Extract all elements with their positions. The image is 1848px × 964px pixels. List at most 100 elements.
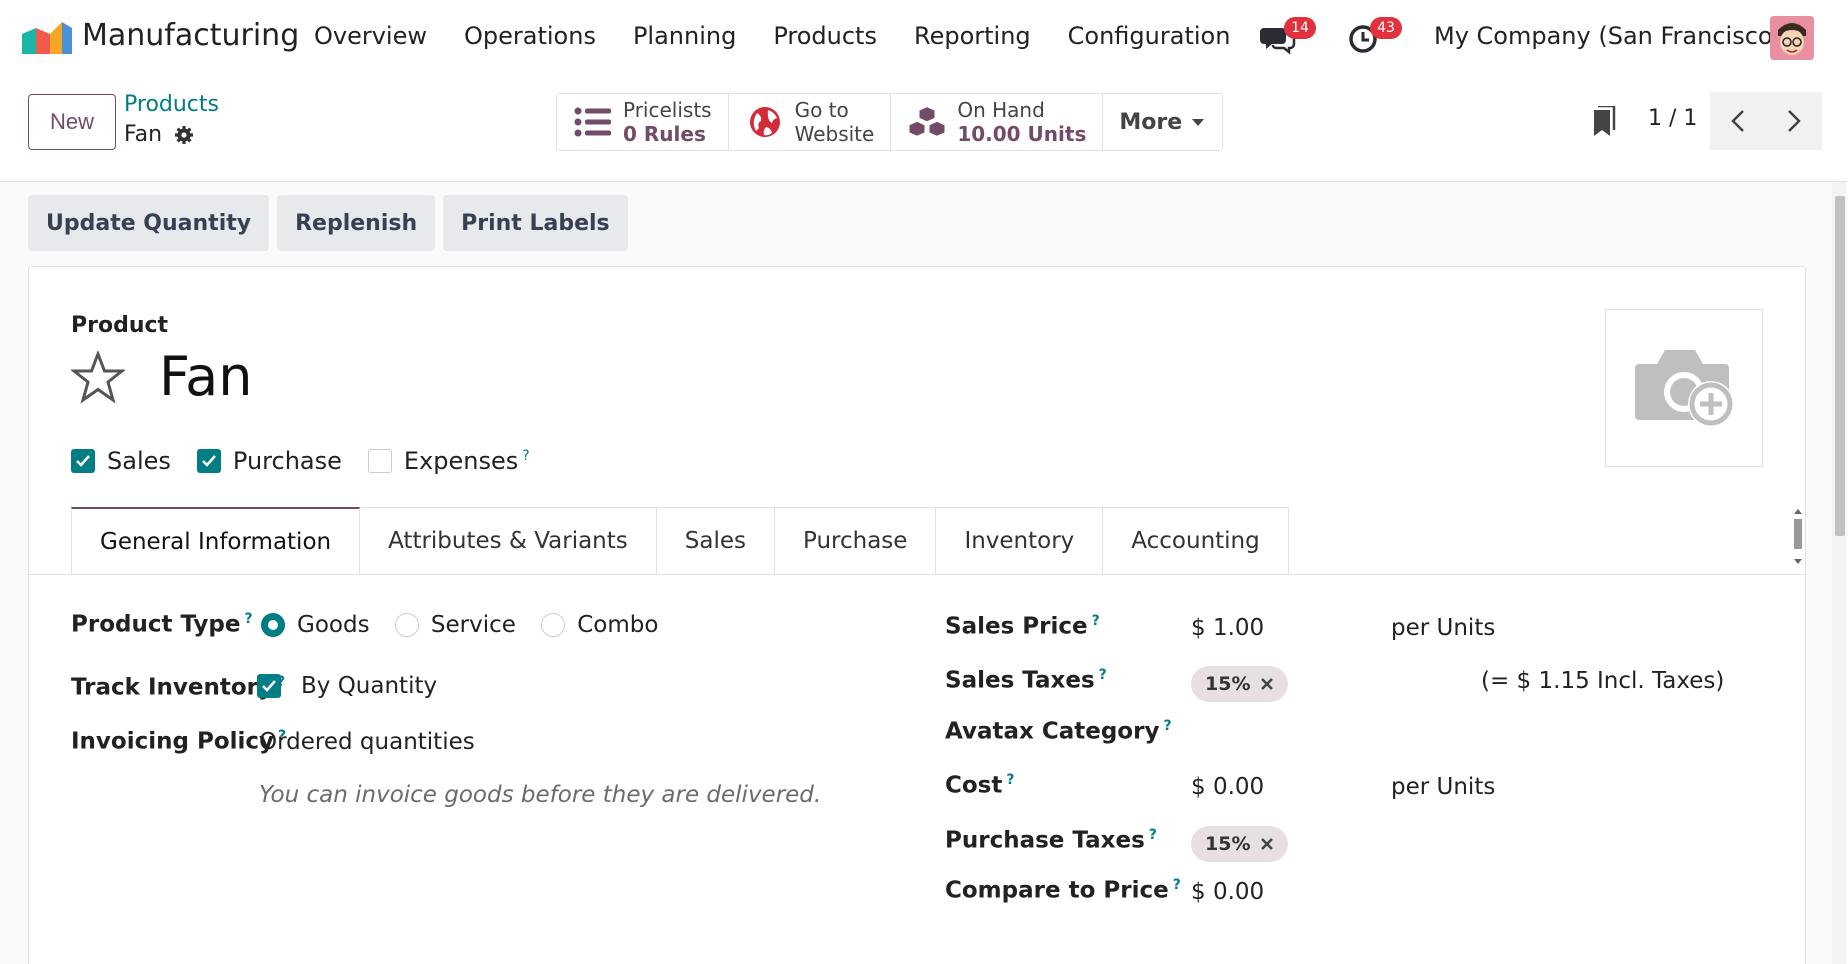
app-name[interactable]: Manufacturing: [82, 18, 299, 53]
chevron-left-icon: [1731, 110, 1744, 132]
radio-goods[interactable]: Goods: [261, 612, 370, 638]
pager-next-button[interactable]: [1766, 92, 1822, 150]
help-tooltip-icon[interactable]: ?: [245, 611, 253, 627]
radio-goods-label: Goods: [297, 612, 370, 638]
menu-planning[interactable]: Planning: [633, 22, 736, 50]
close-icon[interactable]: [1260, 677, 1274, 691]
sales-price-input[interactable]: $ 1.00: [1191, 615, 1264, 641]
track-inventory-label: Track Inventory?: [71, 674, 285, 701]
expenses-label-text: Expenses: [403, 447, 519, 475]
radio-combo-indicator: [541, 613, 566, 637]
avatar-face-icon: [1770, 16, 1814, 60]
avatax-category-label-text: Avatax Category: [945, 718, 1160, 745]
purchase-label[interactable]: Purchase: [233, 447, 342, 475]
messages-badge: 14: [1284, 17, 1316, 39]
manufacturing-app-icon[interactable]: [22, 20, 72, 56]
menu-configuration[interactable]: Configuration: [1068, 22, 1231, 50]
help-tooltip-icon[interactable]: ?: [1149, 827, 1157, 843]
cost-label-text: Cost: [945, 772, 1003, 799]
activities-badge: 43: [1370, 17, 1402, 39]
help-tooltip-icon[interactable]: ?: [1099, 667, 1107, 683]
product-image-upload[interactable]: [1605, 309, 1763, 467]
cubes-icon: [907, 102, 947, 142]
breadcrumb-products[interactable]: Products: [124, 92, 219, 117]
user-avatar[interactable]: [1770, 16, 1814, 60]
purchase-tax-tag[interactable]: 15%: [1191, 826, 1289, 862]
sales-tax-tag[interactable]: 15%: [1191, 666, 1289, 702]
sales-taxes-label: Sales Taxes?: [945, 667, 1107, 694]
pricelists-value: 0 Rules: [623, 122, 706, 146]
company-switcher[interactable]: My Company (San Francisco): [1434, 22, 1782, 50]
cost-input[interactable]: $ 0.00: [1191, 774, 1264, 800]
expenses-checkbox[interactable]: [367, 449, 392, 473]
check-icon: [76, 455, 90, 467]
new-button[interactable]: New: [28, 94, 116, 150]
radio-service-label: Service: [430, 612, 516, 638]
radio-service[interactable]: Service: [394, 612, 516, 638]
on-hand-smart-button[interactable]: On Hand 10.00 Units: [891, 94, 1104, 150]
globe-icon: [745, 102, 785, 142]
compare-price-input[interactable]: $ 0.00: [1191, 879, 1264, 905]
bookmark-icon[interactable]: [1592, 106, 1616, 138]
tab-general-information[interactable]: General Information: [71, 507, 361, 575]
product-type-label-text: Product Type: [71, 611, 241, 638]
sales-checkbox[interactable]: [71, 449, 95, 473]
track-inventory-value[interactable]: By Quantity: [301, 673, 437, 699]
tabs-scrollbar[interactable]: [1793, 507, 1803, 567]
compare-price-label-text: Compare to Price: [945, 877, 1169, 904]
help-tooltip-icon[interactable]: ?: [1163, 718, 1171, 734]
purchase-checkbox[interactable]: [196, 449, 221, 473]
product-label: Product: [71, 313, 169, 338]
cost-label: Cost?: [945, 772, 1015, 799]
more-dropdown[interactable]: More: [1103, 94, 1222, 150]
chevron-right-icon: [1788, 110, 1801, 132]
replenish-button[interactable]: Replenish: [277, 195, 436, 251]
menu-overview[interactable]: Overview: [314, 22, 427, 50]
product-name-input[interactable]: Fan: [159, 345, 252, 408]
more-label: More: [1119, 109, 1183, 135]
pager-previous-button[interactable]: [1710, 92, 1766, 150]
tab-inventory[interactable]: Inventory: [936, 507, 1104, 575]
sales-price-label-text: Sales Price: [945, 613, 1088, 640]
expenses-label[interactable]: Expenses?: [404, 447, 530, 475]
tab-attributes-variants[interactable]: Attributes & Variants: [360, 507, 657, 575]
avatax-category-label: Avatax Category?: [945, 718, 1172, 745]
tab-sales[interactable]: Sales: [656, 507, 775, 575]
sales-label[interactable]: Sales: [107, 447, 171, 475]
purchase-tax-tag-label: 15%: [1205, 833, 1251, 855]
close-icon[interactable]: [1260, 837, 1274, 851]
help-tooltip-icon[interactable]: ?: [1006, 772, 1014, 788]
radio-goods-indicator: [261, 613, 285, 637]
website-line2: Website: [794, 122, 875, 146]
sales-price-unit: per Units: [1391, 615, 1496, 641]
tab-purchase[interactable]: Purchase: [774, 507, 937, 575]
menu-reporting[interactable]: Reporting: [914, 22, 1031, 50]
pricelists-smart-button[interactable]: Pricelists 0 Rules: [557, 94, 729, 150]
main-menu: Overview Operations Planning Products Re…: [314, 22, 1267, 50]
radio-combo-label: Combo: [577, 612, 659, 638]
track-inventory-field: By Quantity: [257, 673, 437, 699]
sales-price-label: Sales Price?: [945, 613, 1100, 640]
radio-combo[interactable]: Combo: [541, 612, 658, 638]
page-scrollbar-thumb[interactable]: [1835, 196, 1845, 536]
track-inventory-checkbox[interactable]: [257, 674, 281, 698]
help-tooltip-icon[interactable]: ?: [522, 448, 529, 464]
go-to-website-smart-button[interactable]: Go to Website: [729, 94, 892, 150]
help-tooltip-icon[interactable]: ?: [1173, 877, 1181, 893]
track-inventory-label-text: Track Inventory: [71, 674, 273, 701]
caret-down-icon: [1192, 119, 1205, 126]
print-labels-button[interactable]: Print Labels: [443, 195, 628, 251]
tab-accounting[interactable]: Accounting: [1103, 507, 1289, 575]
gear-icon[interactable]: [174, 125, 194, 145]
help-tooltip-icon[interactable]: ?: [1092, 613, 1100, 629]
pager-value[interactable]: 1 / 1: [1648, 106, 1697, 131]
favorite-star-icon[interactable]: [71, 351, 125, 405]
menu-products[interactable]: Products: [773, 22, 877, 50]
update-quantity-button[interactable]: Update Quantity: [28, 195, 270, 251]
invoicing-policy-label-text: Invoicing Policy: [71, 728, 275, 755]
menu-operations[interactable]: Operations: [464, 22, 596, 50]
pricelists-label: Pricelists: [623, 98, 712, 122]
purchase-taxes-label-text: Purchase Taxes: [945, 827, 1145, 854]
invoicing-policy-select[interactable]: Ordered quantities: [259, 729, 475, 755]
invoicing-hint: You can invoice goods before they are de…: [259, 782, 822, 808]
